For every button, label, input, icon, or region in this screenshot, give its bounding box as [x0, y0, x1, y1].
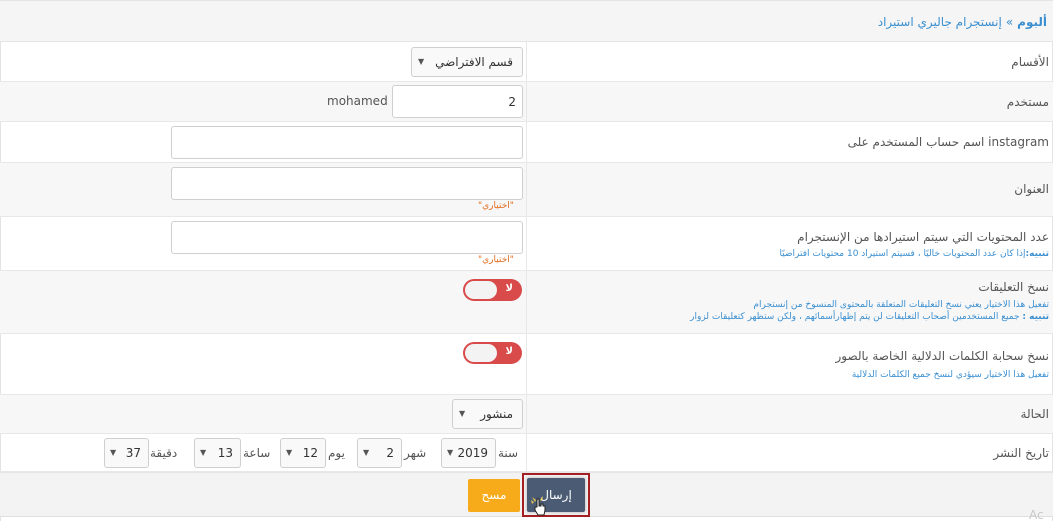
user-id-input[interactable]: 2 [392, 85, 523, 118]
toggle-knob [465, 344, 497, 362]
clear-button[interactable]: مسح [468, 479, 520, 512]
year-select[interactable]: 2019 ▼ [441, 438, 496, 468]
copy-comments-warning: تنبيه : جميع المستخدمين أصحاب التعليقات … [690, 312, 1049, 322]
row-user: مستخدم 2 mohamed [0, 82, 1053, 122]
year-label: سنة [498, 446, 519, 460]
copy-tags-hint: تفعيل هذا الاختيار سيؤدي لنسخ جميع الكلم… [851, 370, 1049, 380]
minute-label: دقيقة [150, 446, 178, 460]
row-content-count: عدد المحتويات التي سيتم استيرادها من الإ… [0, 217, 1053, 271]
watermark-text: Ac [1029, 508, 1044, 522]
day-select[interactable]: 12 ▼ [280, 438, 326, 468]
toggle-label: لا [505, 283, 513, 294]
row-publish-date: تاريخ النشر سنة 2019 ▼ شهر 2 ▼ يوم 12 ▼ … [0, 434, 1053, 472]
title-label: العنوان [1014, 182, 1049, 196]
row-status: الحالة منشور ▼ [0, 395, 1053, 434]
user-label: مستخدم [1006, 95, 1049, 109]
copy-comments-hint: تفعيل هذا الاختيار يعني نسخ التعليقات ال… [753, 300, 1049, 310]
month-label: شهر [404, 446, 427, 460]
chevron-down-icon: ▼ [200, 448, 207, 457]
publish-date-label: تاريخ النشر [993, 446, 1049, 460]
hour-select[interactable]: 13 ▼ [194, 438, 241, 468]
copy-tags-toggle[interactable]: لا [463, 342, 522, 364]
copy-comments-toggle[interactable]: لا [463, 279, 522, 301]
chevron-down-icon: ▼ [110, 448, 117, 457]
sections-select-value: قسم الافتراضي [435, 55, 513, 69]
title-optional-note: "اختياري" [478, 201, 514, 211]
breadcrumb: ألبوم»إنستجرام جاليري استيراد [878, 15, 1047, 29]
chevron-down-icon: ▼ [286, 448, 293, 457]
toggle-label: لا [505, 346, 513, 357]
status-select[interactable]: منشور ▼ [452, 399, 523, 429]
day-label: يوم [328, 446, 345, 460]
content-count-label: عدد المحتويات التي سيتم استيرادها من الإ… [797, 230, 1049, 244]
row-copy-tags: نسخ سحابة الكلمات الدلالية الخاصة بالصور… [0, 334, 1053, 395]
row-copy-comments: نسخ التعليقات تفعيل هذا الاختيار يعني نس… [0, 271, 1053, 334]
content-count-hint: تنبيه:إذا كان عدد المحتويات خاليًا ، فسي… [779, 249, 1049, 259]
month-select[interactable]: 2 ▼ [357, 438, 402, 468]
row-sections: الأقسام قسم الافتراضي ▼ [0, 42, 1053, 82]
minute-select[interactable]: 37 ▼ [104, 438, 149, 468]
form-header: ألبوم»إنستجرام جاليري استيراد [0, 0, 1053, 42]
toggle-knob [465, 281, 497, 299]
hand-cursor-icon [531, 496, 546, 516]
row-title: العنوان "اختياري" [0, 163, 1053, 217]
user-id-value: 2 [508, 95, 516, 109]
breadcrumb-root-link[interactable]: ألبوم [1017, 15, 1047, 29]
instagram-user-label: instagram اسم حساب المستخدم على [847, 135, 1049, 149]
copy-tags-label: نسخ سحابة الكلمات الدلالية الخاصة بالصور [835, 349, 1050, 363]
chevron-down-icon: ▼ [363, 448, 370, 457]
breadcrumb-current: إنستجرام جاليري استيراد [877, 15, 1002, 29]
status-label: الحالة [1020, 407, 1049, 421]
chevron-down-icon: ▼ [447, 448, 454, 457]
instagram-user-input[interactable] [171, 126, 523, 159]
chevron-down-icon: ▼ [418, 57, 425, 66]
content-count-optional-note: "اختياري" [478, 255, 514, 265]
sections-select[interactable]: قسم الافتراضي ▼ [411, 47, 523, 77]
title-input[interactable] [171, 167, 523, 200]
status-select-value: منشور [480, 407, 513, 421]
breadcrumb-separator: » [1005, 15, 1014, 29]
copy-comments-label: نسخ التعليقات [978, 280, 1049, 294]
row-instagram-user: instagram اسم حساب المستخدم على [0, 122, 1053, 163]
user-name-text: mohamed [327, 94, 388, 108]
chevron-down-icon: ▼ [459, 409, 466, 418]
hour-label: ساعة [243, 446, 271, 460]
content-count-input[interactable] [171, 221, 523, 254]
sections-label: الأقسام [1011, 55, 1049, 69]
